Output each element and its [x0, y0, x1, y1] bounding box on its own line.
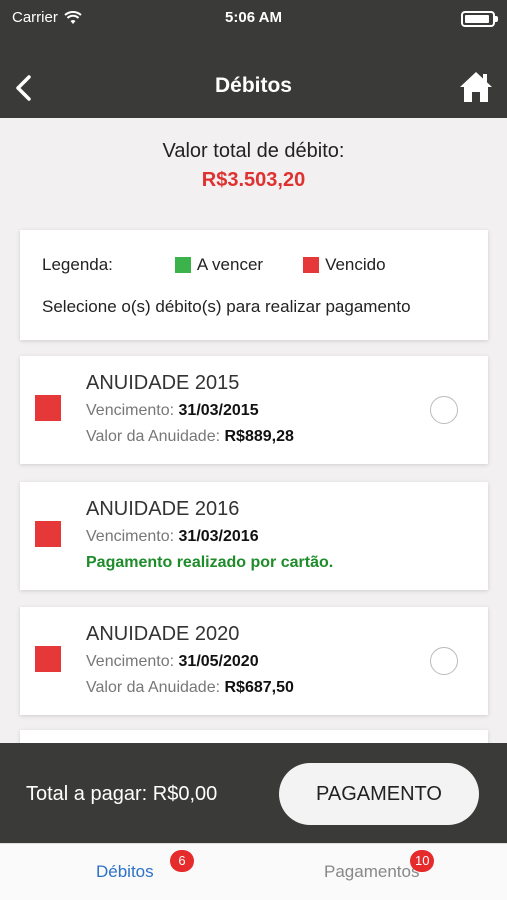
total-debt-value: R$3.503,20: [201, 169, 306, 191]
green-square-icon: [174, 257, 191, 273]
total-value: R$0,00: [152, 783, 218, 805]
debt-title: ANUIDADE 2015: [86, 372, 240, 394]
due-date: 31/03/2015: [178, 402, 259, 419]
legend-item-label: A vencer: [196, 255, 264, 274]
due-date: 31/05/2020: [178, 653, 259, 670]
pay-button[interactable]: PAGAMENTO: [279, 763, 479, 825]
page-title: Débitos: [214, 74, 292, 97]
select-radio[interactable]: [430, 396, 458, 424]
amount-value: R$687,50: [224, 679, 294, 696]
amount-label: Valor da Anuidade:: [86, 679, 221, 696]
battery-icon: [461, 11, 498, 27]
status-bar: Carrier 5:06 AM: [0, 0, 507, 38]
due-label: Vencimento:: [86, 653, 175, 670]
debitos-badge: 6: [170, 850, 194, 872]
debt-due-line: Vencimento: 31/05/2020: [86, 653, 259, 671]
total-label: Total a pagar:: [26, 783, 148, 805]
tab-bar: Débitos 6 Pagamentos 10: [0, 843, 507, 900]
legend-card: Legenda: A vencer Vencido Selecione o(s)…: [20, 230, 488, 340]
debt-title: ANUIDADE 2020: [86, 623, 240, 645]
debt-summary: Valor total de débito: R$3.503,20: [0, 140, 507, 192]
legend-instruction: Selecione o(s) débito(s) para realizar p…: [42, 297, 411, 316]
status-time: 5:06 AM: [225, 9, 282, 26]
red-square-icon: [303, 257, 320, 273]
debt-amount-line: Valor da Anuidade: R$889,28: [86, 428, 294, 446]
amount-value: R$889,28: [224, 428, 294, 445]
amount-label: Valor da Anuidade:: [86, 428, 221, 445]
debt-card-2020[interactable]: ANUIDADE 2020 Vencimento: 31/05/2020 Val…: [20, 607, 488, 715]
legend-label: Legenda:: [42, 255, 113, 274]
overdue-marker-icon: [35, 521, 61, 547]
due-label: Vencimento:: [86, 402, 175, 419]
legend-row: Legenda: A vencer Vencido: [42, 255, 386, 275]
paid-message: Pagamento realizado por cartão.: [86, 554, 334, 571]
tab-label: Pagamentos: [324, 862, 420, 881]
due-label: Vencimento:: [86, 528, 175, 545]
select-radio[interactable]: [430, 647, 458, 675]
overdue-marker-icon: [35, 395, 61, 421]
debt-title: ANUIDADE 2016: [86, 498, 240, 520]
debt-card-2016[interactable]: ANUIDADE 2016 Vencimento: 31/03/2016 Pag…: [20, 482, 488, 590]
nav-bar: Débitos: [0, 38, 507, 118]
debt-due-line: Vencimento: 31/03/2016: [86, 528, 259, 546]
home-icon: [460, 72, 492, 102]
pagamentos-badge: 10: [410, 850, 435, 872]
total-to-pay: Total a pagar: R$0,00: [26, 783, 217, 806]
tab-debitos[interactable]: Débitos: [96, 862, 154, 882]
overdue-marker-icon: [35, 646, 61, 672]
legend-item-label: Vencido: [325, 255, 386, 274]
legend-item-a-vencer: A vencer: [174, 255, 264, 275]
home-button[interactable]: [459, 70, 493, 104]
tab-pagamentos[interactable]: Pagamentos: [324, 862, 419, 882]
debt-due-line: Vencimento: 31/03/2015: [86, 402, 259, 420]
due-date: 31/03/2016: [178, 528, 259, 545]
debt-amount-line: Valor da Anuidade: R$687,50: [86, 679, 294, 697]
debt-card-2015[interactable]: ANUIDADE 2015 Vencimento: 31/03/2015 Val…: [20, 356, 488, 464]
total-debt-label: Valor total de débito:: [162, 140, 345, 162]
payment-bar: Total a pagar: R$0,00 PAGAMENTO: [0, 743, 507, 843]
legend-item-vencido: Vencido: [303, 255, 386, 275]
tab-label: Débitos: [96, 862, 154, 881]
